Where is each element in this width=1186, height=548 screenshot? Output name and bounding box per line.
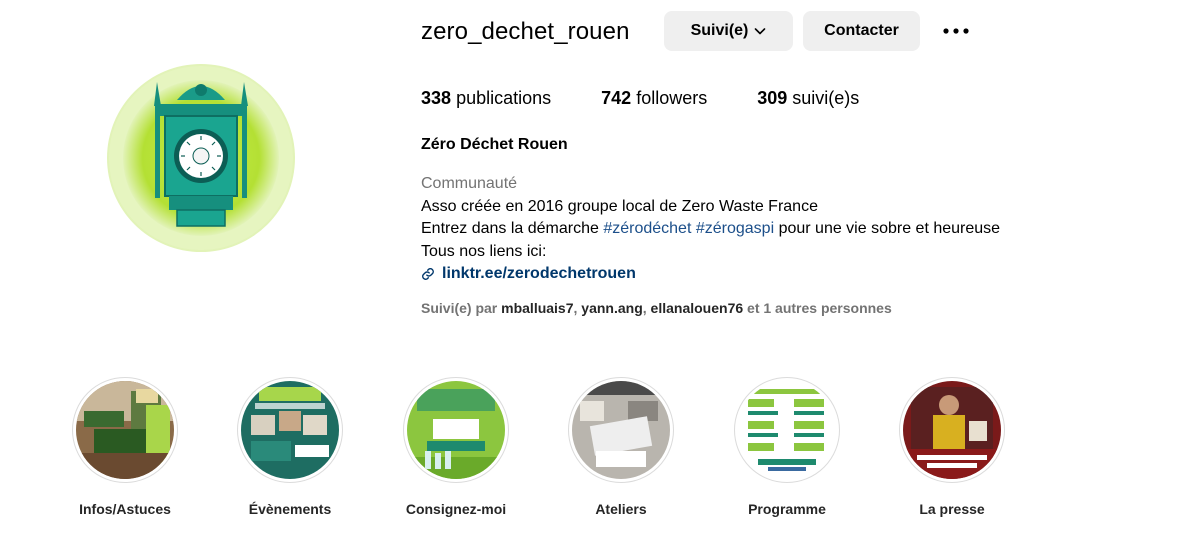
highlight-infos-astuces[interactable]: Infos/Astuces bbox=[55, 377, 195, 517]
more-options-button[interactable] bbox=[936, 18, 976, 44]
stat-label: publications bbox=[456, 88, 552, 108]
highlight-cover-image bbox=[241, 381, 339, 479]
highlight-label: Ateliers bbox=[595, 501, 647, 517]
chevron-down-icon bbox=[755, 28, 766, 35]
highlight-label: Consignez-moi bbox=[405, 501, 507, 517]
stat-followers[interactable]: 742 followers bbox=[601, 88, 707, 109]
contact-button-label: Contacter bbox=[824, 22, 899, 39]
following-button[interactable]: Suivi(e) bbox=[664, 11, 793, 51]
stat-value: 338 bbox=[421, 88, 452, 108]
profile-avatar[interactable] bbox=[107, 64, 295, 252]
stat-following[interactable]: 309 suivi(e)s bbox=[757, 88, 859, 109]
bio-line: Tous nos liens ici: bbox=[421, 242, 547, 260]
bio-text: pour une vie sobre et heureuse bbox=[774, 220, 1001, 237]
stat-value: 309 bbox=[757, 88, 788, 108]
highlight-label: La presse bbox=[919, 501, 985, 517]
stat-publications: 338 publications bbox=[421, 88, 551, 109]
profile-category: Communauté bbox=[421, 175, 518, 192]
highlight-evenements[interactable]: Évènements bbox=[220, 377, 360, 517]
profile-username: zero_dechet_rouen bbox=[421, 18, 630, 45]
highlight-cover bbox=[568, 377, 674, 483]
highlight-programme[interactable]: Programme bbox=[717, 377, 857, 517]
story-highlights: Infos/Astuces Évènements Consignez-moi A… bbox=[72, 377, 1073, 527]
followed-by-suffix: et 1 autres personnes bbox=[743, 300, 892, 316]
follower-username[interactable]: yann.ang bbox=[581, 300, 642, 316]
more-horizontal-icon bbox=[943, 28, 969, 34]
hashtag-link[interactable]: #zérodéchet bbox=[603, 220, 691, 237]
bio-external-link[interactable]: linktr.ee/zerodechetrouen bbox=[421, 263, 1000, 286]
clock-logo-image bbox=[109, 66, 293, 250]
highlight-cover-image bbox=[407, 381, 505, 479]
profile-full-name: Zéro Déchet Rouen bbox=[421, 136, 568, 153]
bio-line: Entrez dans la démarche #zérodéchet #zér… bbox=[421, 218, 1000, 241]
highlight-cover bbox=[72, 377, 178, 483]
stat-label: suivi(e)s bbox=[792, 88, 860, 108]
highlight-ateliers[interactable]: Ateliers bbox=[551, 377, 691, 517]
follower-username[interactable]: ellanalouen76 bbox=[651, 300, 744, 316]
highlight-cover-image bbox=[738, 381, 836, 479]
highlight-consignez-moi[interactable]: Consignez-moi bbox=[386, 377, 526, 517]
follower-username[interactable]: mballuais7 bbox=[501, 300, 573, 316]
hashtag-link[interactable]: #zérogaspi bbox=[696, 220, 774, 237]
link-icon bbox=[422, 268, 434, 281]
highlight-la-presse[interactable]: La presse bbox=[882, 377, 1022, 517]
highlight-cover bbox=[899, 377, 1005, 483]
highlight-label: Infos/Astuces bbox=[79, 501, 171, 517]
profile-bio: Communauté Asso créée en 2016 groupe loc… bbox=[421, 173, 1000, 286]
contact-button[interactable]: Contacter bbox=[803, 11, 920, 51]
highlight-cover-image bbox=[572, 381, 670, 479]
stat-value: 742 bbox=[601, 88, 632, 108]
highlight-label: Programme bbox=[748, 501, 826, 517]
stat-label: followers bbox=[636, 88, 708, 108]
followed-by-prefix: Suivi(e) par bbox=[421, 300, 502, 316]
highlight-cover bbox=[734, 377, 840, 483]
bio-text: Entrez dans la démarche bbox=[421, 220, 604, 237]
followed-by[interactable]: Suivi(e) par mballuais7, yann.ang, ellan… bbox=[421, 300, 892, 316]
highlight-cover-image bbox=[903, 381, 1001, 479]
following-button-label: Suivi(e) bbox=[690, 22, 749, 39]
profile-stats: 338 publications 742 followers 309 suivi… bbox=[421, 88, 909, 109]
bio-line: Asso créée en 2016 groupe local de Zero … bbox=[421, 197, 818, 215]
highlight-cover bbox=[237, 377, 343, 483]
highlight-label: Évènements bbox=[248, 501, 332, 517]
highlight-cover bbox=[403, 377, 509, 483]
bio-link-text: linktr.ee/zerodechetrouen bbox=[442, 265, 636, 282]
highlight-cover-image bbox=[76, 381, 174, 479]
